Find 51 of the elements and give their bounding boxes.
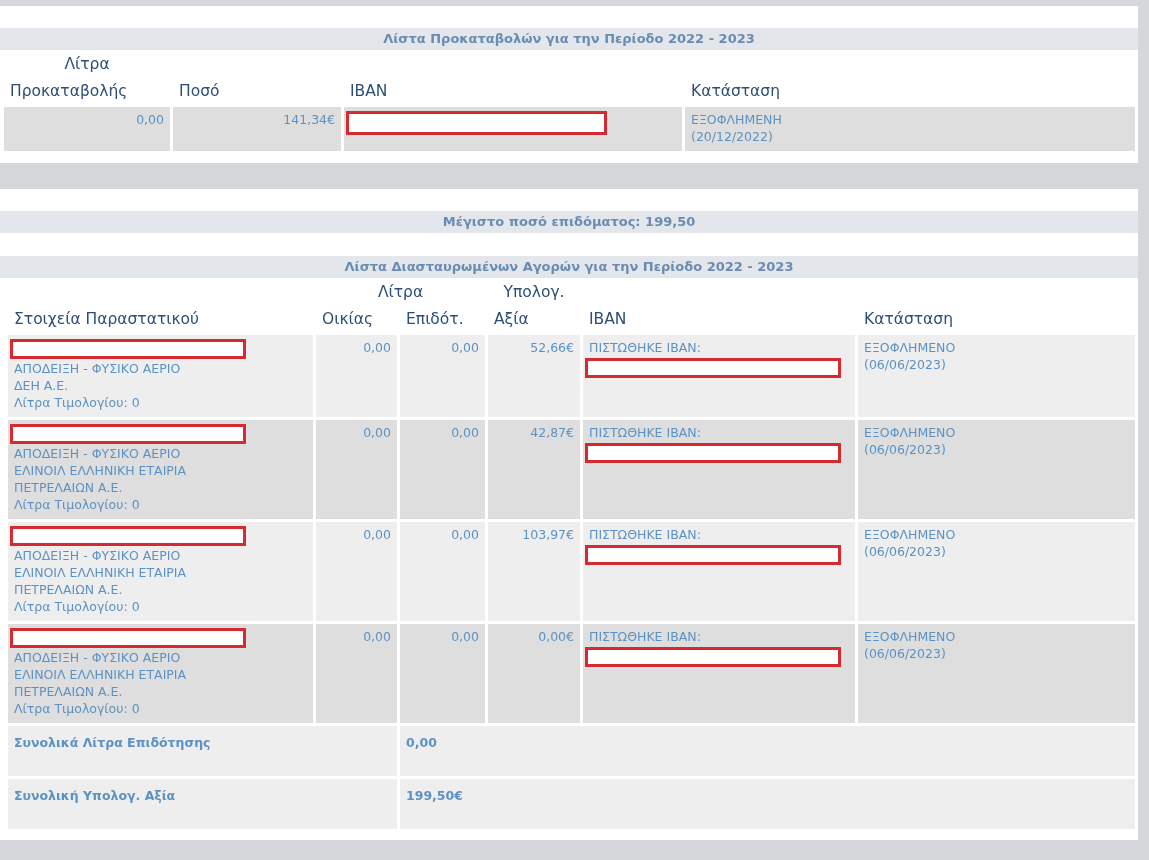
cell-text: Λίτρα Τιμολογίου: 0 <box>14 496 141 513</box>
total-value: 0,00 <box>400 726 1135 776</box>
total-label: Συνολική Υπολογ. Αξία <box>8 779 397 829</box>
column-header: Αξία <box>493 310 530 330</box>
cell-text: Λίτρα Τιμολογίου: 0 <box>14 394 141 411</box>
amount-text: 0,00 <box>450 526 479 543</box>
amount-text: 0,00 <box>450 339 479 356</box>
column-header: Οικίας <box>321 310 375 330</box>
column-header: Λίτρα <box>376 283 425 303</box>
column-header: Υπολογ. <box>502 283 566 303</box>
cell-text: ΠΙΣΤΩΘΗΚΕ ΙΒΑΝ: <box>589 628 702 645</box>
amount-text: 141,34€ <box>282 111 335 128</box>
status-text: ΕΞΟΦΛΗΜΕΝΟ (06/06/2023) <box>864 628 957 662</box>
total-value: 199,50€ <box>400 779 1135 829</box>
amount-text: 0,00 <box>450 628 479 645</box>
amount-text: 42,87€ <box>529 424 574 441</box>
document-description: ΑΠΟΔΕΙΞΗ - ΦΥΣΙΚΟ ΑΕΡΙΟ ΔΕΗ Α.Ε. <box>14 360 182 394</box>
status-text: ΕΞΟΦΛΗΜΕΝΗ (20/12/2022) <box>691 111 783 145</box>
amount-text: 0,00 <box>362 628 391 645</box>
section-heading: Λίστα Προκαταβολών για την Περίοδο 2022 - 2023 <box>0 28 1138 50</box>
cell-text: Λίτρα Τιμολογίου: 0 <box>14 700 141 717</box>
column-header: Λίτρα <box>63 55 111 75</box>
document-description: ΑΠΟΔΕΙΞΗ - ΦΥΣΙΚΟ ΑΕΡΙΟ ΕΛΙΝΟΙΛ ΕΛΛΗΝΙΚΗ ΕΤΑΙΡΙΑ ΠΕΤΡΕΛΑΙΩΝ Α.Ε. <box>14 649 188 700</box>
column-header: Στοιχεία Παραστατικού <box>13 310 201 330</box>
amount-text: 0,00 <box>362 339 391 356</box>
column-header: IBAN <box>588 310 628 330</box>
amount-text: 0,00 <box>362 424 391 441</box>
amount-text: 0,00 <box>135 111 164 128</box>
status-text: ΕΞΟΦΛΗΜΕΝΟ (06/06/2023) <box>864 339 957 373</box>
column-header: Ποσό <box>178 82 221 102</box>
amount-text: 0,00 <box>450 424 479 441</box>
amount-text: 0,00 <box>362 526 391 543</box>
status-text: ΕΞΟΦΛΗΜΕΝΟ (06/06/2023) <box>864 424 957 458</box>
cell-text: ΠΙΣΤΩΘΗΚΕ ΙΒΑΝ: <box>589 526 702 543</box>
column-header: IBAN <box>349 82 389 102</box>
cell-text: ΠΙΣΤΩΘΗΚΕ ΙΒΑΝ: <box>589 339 702 356</box>
column-header: Προκαταβολής <box>9 82 129 102</box>
section-heading: Μέγιστο ποσό επιδόματος: 199,50 <box>0 211 1138 233</box>
column-header: Κατάσταση <box>690 82 781 102</box>
amount-text: 103,97€ <box>521 526 574 543</box>
amount-text: 0,00€ <box>537 628 574 645</box>
section-heading: Λίστα Διασταυρωμένων Αγορών για την Περίοδο 2022 - 2023 <box>0 256 1138 278</box>
cell-text: ΠΙΣΤΩΘΗΚΕ ΙΒΑΝ: <box>589 424 702 441</box>
column-header: Κατάσταση <box>863 310 954 330</box>
document-description: ΑΠΟΔΕΙΞΗ - ΦΥΣΙΚΟ ΑΕΡΙΟ ΕΛΙΝΟΙΛ ΕΛΛΗΝΙΚΗ ΕΤΑΙΡΙΑ ΠΕΤΡΕΛΑΙΩΝ Α.Ε. <box>14 547 188 598</box>
amount-text: 52,66€ <box>529 339 574 356</box>
document-description: ΑΠΟΔΕΙΞΗ - ΦΥΣΙΚΟ ΑΕΡΙΟ ΕΛΙΝΟΙΛ ΕΛΛΗΝΙΚΗ ΕΤΑΙΡΙΑ ΠΕΤΡΕΛΑΙΩΝ Α.Ε. <box>14 445 188 496</box>
column-header: Επιδότ. <box>405 310 465 330</box>
status-text: ΕΞΟΦΛΗΜΕΝΟ (06/06/2023) <box>864 526 957 560</box>
total-label: Συνολικά Λίτρα Επιδότησης <box>8 726 397 776</box>
cell-text: Λίτρα Τιμολογίου: 0 <box>14 598 141 615</box>
